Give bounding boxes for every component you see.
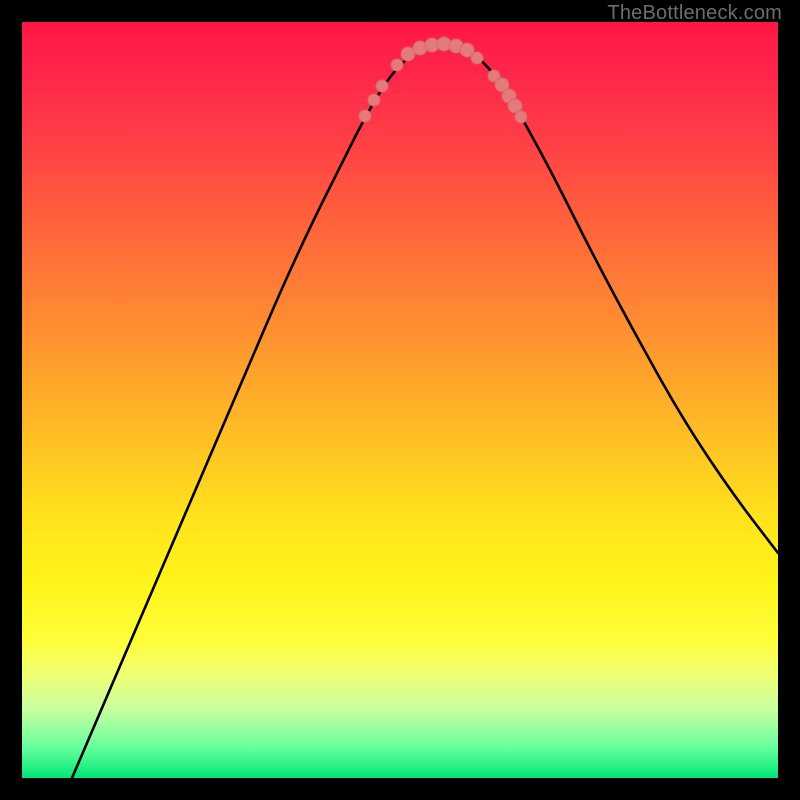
curve-marker [471,52,483,64]
curve-marker [359,110,371,122]
curve-marker [368,94,380,106]
plot-area [22,22,778,778]
curve-layer [22,22,778,778]
curve-marker [515,111,527,123]
chart-stage: TheBottleneck.com [0,0,800,800]
curve-marker [391,59,403,71]
curve-marker [376,80,388,92]
bottleneck-curve [72,45,778,779]
curve-markers [359,37,527,123]
